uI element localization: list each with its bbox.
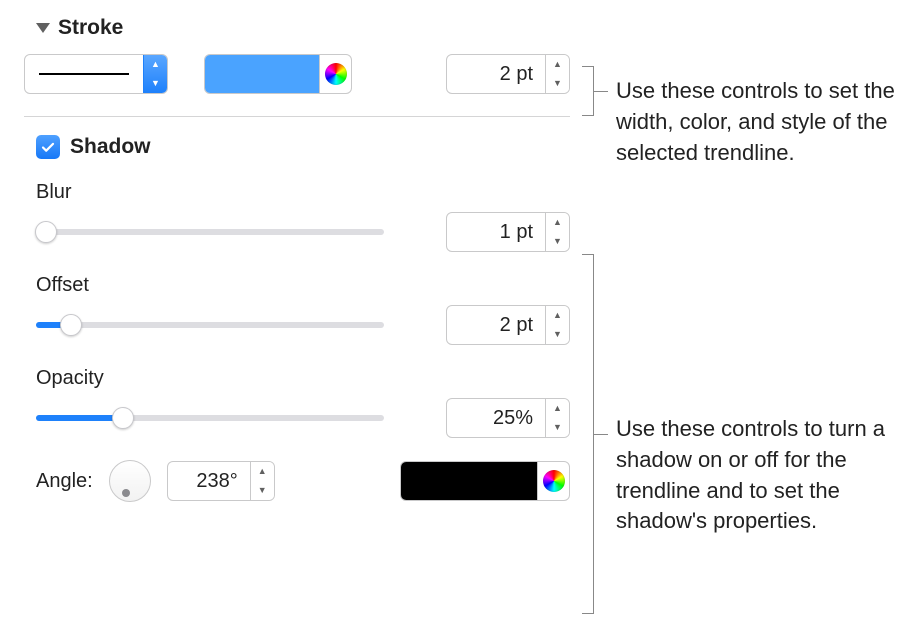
stroke-shadow-panel: Stroke ▲ ▼ 2 pt ▲ ▼ bbox=[24, 16, 570, 502]
opacity-slider[interactable] bbox=[36, 405, 384, 431]
dial-indicator-icon bbox=[122, 489, 130, 497]
shadow-color-well[interactable] bbox=[400, 461, 570, 501]
stroke-width-stepper[interactable]: 2 pt ▲ ▼ bbox=[446, 54, 570, 94]
line-sample-icon bbox=[39, 73, 129, 75]
slider-track bbox=[36, 229, 384, 235]
shadow-checkbox-row[interactable]: Shadow bbox=[36, 135, 570, 159]
chevron-up-icon[interactable]: ▲ bbox=[546, 213, 569, 232]
chevron-down-icon: ▼ bbox=[144, 74, 167, 93]
stepper-arrows-icon[interactable]: ▲ ▼ bbox=[545, 213, 569, 251]
angle-value-stepper[interactable]: 238° ▲ ▼ bbox=[167, 461, 275, 501]
shadow-color-wheel-button[interactable] bbox=[537, 462, 569, 500]
section-divider bbox=[24, 116, 570, 117]
stepper-arrows-icon[interactable]: ▲ ▼ bbox=[545, 55, 569, 93]
disclosure-triangle-icon[interactable] bbox=[36, 23, 50, 33]
bracket-tick-icon bbox=[594, 91, 608, 92]
blur-label: Blur bbox=[36, 181, 570, 204]
chevron-down-icon[interactable]: ▼ bbox=[546, 232, 569, 251]
shadow-title: Shadow bbox=[70, 135, 151, 159]
stroke-style-preview bbox=[25, 55, 143, 93]
slider-thumb[interactable] bbox=[112, 407, 134, 429]
offset-slider[interactable] bbox=[36, 312, 384, 338]
angle-row: Angle: 238° ▲ ▼ bbox=[36, 460, 570, 502]
stroke-color-well[interactable] bbox=[204, 54, 352, 94]
bracket-icon bbox=[582, 254, 594, 614]
offset-row: 2 pt ▲ ▼ bbox=[36, 305, 570, 345]
checkmark-icon bbox=[40, 139, 56, 155]
blur-value[interactable]: 1 pt bbox=[447, 213, 545, 251]
bracket-icon bbox=[582, 66, 594, 116]
bracket-tick-icon bbox=[594, 434, 608, 435]
popup-arrows-icon[interactable]: ▲ ▼ bbox=[143, 55, 167, 93]
angle-value[interactable]: 238° bbox=[168, 462, 250, 500]
stepper-arrows-icon[interactable]: ▲ ▼ bbox=[545, 399, 569, 437]
shadow-checkbox[interactable] bbox=[36, 135, 60, 159]
chevron-up-icon[interactable]: ▲ bbox=[546, 399, 569, 418]
stroke-color-swatch[interactable] bbox=[205, 55, 319, 93]
chevron-down-icon[interactable]: ▼ bbox=[546, 325, 569, 344]
blur-row: 1 pt ▲ ▼ bbox=[36, 212, 570, 252]
chevron-up-icon: ▲ bbox=[144, 55, 167, 74]
slider-fill bbox=[36, 415, 123, 421]
color-wheel-icon bbox=[325, 63, 347, 85]
chevron-down-icon[interactable]: ▼ bbox=[546, 418, 569, 437]
opacity-label: Opacity bbox=[36, 367, 570, 390]
opacity-value-stepper[interactable]: 25% ▲ ▼ bbox=[446, 398, 570, 438]
stroke-style-popup[interactable]: ▲ ▼ bbox=[24, 54, 168, 94]
stroke-controls-row: ▲ ▼ 2 pt ▲ ▼ bbox=[24, 54, 570, 94]
color-wheel-icon bbox=[543, 470, 565, 492]
stroke-width-value[interactable]: 2 pt bbox=[447, 55, 545, 93]
slider-track bbox=[36, 322, 384, 328]
shadow-callout: Use these controls to turn a shadow on o… bbox=[616, 414, 912, 537]
shadow-color-swatch[interactable] bbox=[401, 462, 537, 500]
blur-value-stepper[interactable]: 1 pt ▲ ▼ bbox=[446, 212, 570, 252]
chevron-down-icon[interactable]: ▼ bbox=[546, 74, 569, 93]
stepper-arrows-icon[interactable]: ▲ ▼ bbox=[250, 462, 274, 500]
slider-thumb[interactable] bbox=[35, 221, 57, 243]
offset-value-stepper[interactable]: 2 pt ▲ ▼ bbox=[446, 305, 570, 345]
blur-slider[interactable] bbox=[36, 219, 384, 245]
chevron-down-icon[interactable]: ▼ bbox=[251, 481, 274, 500]
offset-value[interactable]: 2 pt bbox=[447, 306, 545, 344]
opacity-value[interactable]: 25% bbox=[447, 399, 545, 437]
angle-dial[interactable] bbox=[109, 460, 151, 502]
stroke-section-header[interactable]: Stroke bbox=[36, 16, 570, 40]
angle-label: Angle: bbox=[36, 470, 93, 493]
stepper-arrows-icon[interactable]: ▲ ▼ bbox=[545, 306, 569, 344]
slider-thumb[interactable] bbox=[60, 314, 82, 336]
chevron-up-icon[interactable]: ▲ bbox=[251, 462, 274, 481]
chevron-up-icon[interactable]: ▲ bbox=[546, 55, 569, 74]
stroke-callout: Use these controls to set the width, col… bbox=[616, 76, 912, 168]
chevron-up-icon[interactable]: ▲ bbox=[546, 306, 569, 325]
stroke-color-wheel-button[interactable] bbox=[319, 55, 351, 93]
offset-label: Offset bbox=[36, 274, 570, 297]
opacity-row: 25% ▲ ▼ bbox=[36, 398, 570, 438]
stroke-title: Stroke bbox=[58, 16, 123, 40]
